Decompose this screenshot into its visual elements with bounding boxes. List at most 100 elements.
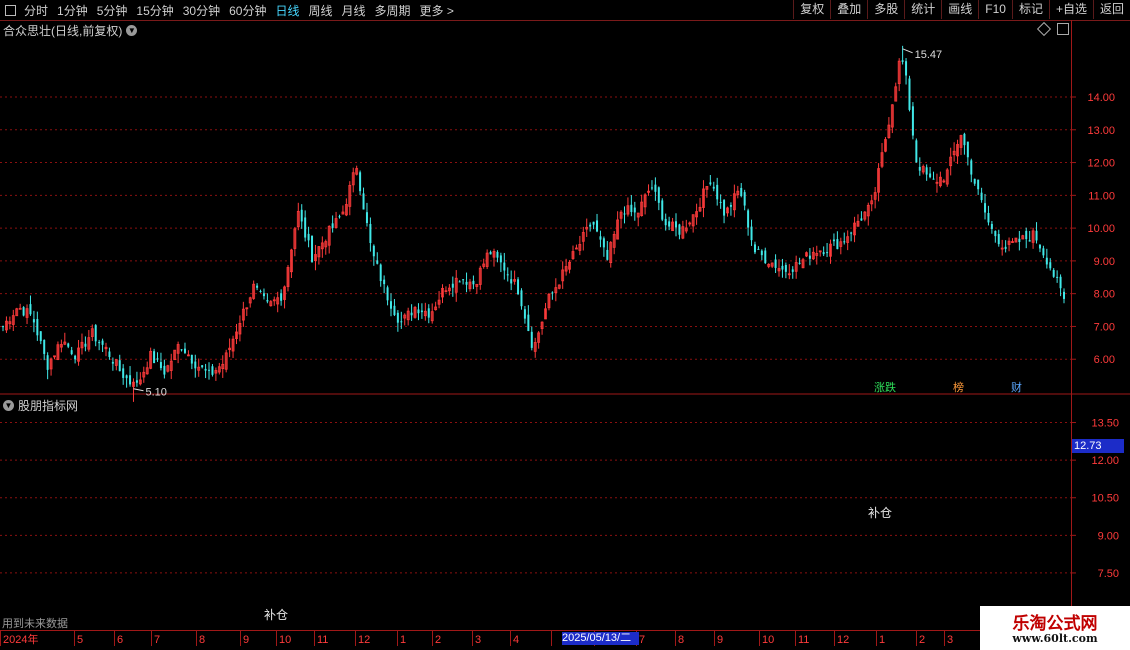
low-label: 5.10 (145, 387, 166, 399)
x-label-18: 10 (762, 634, 774, 646)
candle-body-191 (657, 187, 660, 203)
candle-body-20 (70, 350, 73, 355)
candle-body-111 (383, 279, 386, 285)
candle-body-250 (860, 218, 863, 221)
candle-body-281 (966, 141, 969, 158)
main-y-label-4: 10.00 (1087, 223, 1115, 235)
candle-body-190 (654, 184, 657, 192)
x-label-21: 1 (879, 634, 885, 646)
candle-body-176 (606, 249, 609, 260)
candle-body-245 (843, 241, 846, 243)
candle-body-96 (331, 223, 334, 228)
candle-body-76 (262, 293, 265, 297)
candle-body-11 (39, 331, 42, 342)
candle-body-212 (729, 205, 732, 207)
candle-body-228 (784, 264, 787, 272)
candle-body-154 (530, 331, 533, 348)
candle-body-115 (396, 312, 399, 323)
watermark: 乐淘公式网 www.60lt.com (980, 606, 1130, 650)
candle-body-61 (211, 366, 214, 375)
candle-body-172 (592, 221, 595, 225)
candle-body-225 (774, 259, 777, 268)
candle-body-39 (135, 380, 138, 383)
candle-body-283 (973, 178, 976, 184)
x-label-12: 4 (513, 634, 519, 646)
candle-body-108 (372, 245, 375, 257)
candle-body-34 (118, 360, 121, 372)
candle-body-181 (623, 213, 626, 215)
main-y-label-3: 11.00 (1088, 190, 1115, 202)
candle-body-307 (1056, 276, 1059, 278)
candle-body-287 (987, 213, 990, 223)
candle-body-216 (743, 192, 746, 206)
candle-body-230 (791, 269, 794, 272)
candle-body-19 (67, 343, 70, 347)
candle-body-152 (523, 309, 526, 319)
candle-body-209 (719, 201, 722, 203)
candle-body-173 (596, 220, 599, 232)
candle-body-286 (984, 203, 987, 213)
candle-body-60 (208, 369, 211, 371)
candle-body-193 (664, 218, 667, 226)
x-label-0: 2024年 (3, 632, 38, 646)
candle-body-269 (925, 167, 928, 175)
candle-body-289 (994, 230, 997, 237)
candle-body-153 (527, 314, 530, 332)
candle-body-282 (970, 160, 973, 175)
candle-body-264 (908, 78, 911, 110)
x-label-3: 7 (154, 634, 160, 646)
candle-body-232 (798, 262, 801, 264)
ind-y-label-3: 9.00 (1098, 530, 1119, 542)
candle-body-243 (836, 239, 839, 250)
main-y-label-1: 13.00 (1087, 125, 1115, 137)
candle-body-271 (932, 178, 935, 180)
candle-body-207 (712, 186, 715, 189)
main-y-label-2: 12.00 (1087, 158, 1115, 170)
x-label-22: 2 (919, 634, 925, 646)
high-label: 15.47 (915, 49, 943, 61)
x-label-4: 8 (199, 634, 205, 646)
candle-body-144 (496, 251, 499, 258)
ind-y-label-2: 10.50 (1091, 493, 1119, 505)
candle-body-215 (740, 187, 743, 197)
candle-body-75 (259, 291, 262, 293)
candle-body-150 (517, 279, 520, 295)
candle-body-121 (417, 309, 420, 314)
candle-body-305 (1049, 262, 1052, 269)
candle-body-303 (1042, 248, 1045, 256)
stock-chart-svg[interactable]: 14.00 13.00 12.00 11.00 10.00 9.00 8.00 7.00 6.0… (0, 0, 1130, 650)
low-marker-line (133, 388, 144, 392)
candle-body-290 (997, 234, 1000, 245)
candle-body-306 (1052, 269, 1055, 277)
candle-body-56 (194, 361, 197, 369)
candle-body-263 (905, 61, 908, 76)
candle-body-77 (266, 300, 269, 302)
candle-body-104 (359, 172, 362, 192)
candle-body-309 (1063, 291, 1065, 299)
candle-body-284 (977, 179, 980, 190)
x-label-1: 5 (77, 634, 83, 646)
candle-body-37 (129, 375, 132, 385)
x-label-20: 12 (837, 634, 849, 646)
candle-body-308 (1059, 276, 1062, 289)
candle-body-105 (362, 193, 365, 210)
x-label-23: 3 (947, 634, 953, 646)
main-y-label-7: 7.00 (1094, 321, 1115, 333)
candle-body-183 (630, 204, 633, 213)
candle-body-219 (753, 244, 756, 253)
candle-body-116 (400, 321, 403, 323)
candle-body-112 (386, 287, 389, 301)
candle-body-160 (551, 292, 554, 294)
candle-body-220 (757, 248, 760, 250)
candle-body-171 (589, 224, 592, 227)
candle-body-45 (156, 358, 159, 360)
x-label-2: 6 (117, 634, 123, 646)
x-label-6: 10 (279, 634, 291, 646)
candle-body-221 (760, 250, 763, 256)
candle-body-36 (125, 375, 128, 379)
candle-body-301 (1035, 230, 1038, 241)
ind-y-label-1: 12.00 (1091, 455, 1119, 467)
candle-body-304 (1045, 257, 1048, 265)
candle-body-267 (918, 166, 921, 171)
candle-body-280 (963, 133, 966, 146)
